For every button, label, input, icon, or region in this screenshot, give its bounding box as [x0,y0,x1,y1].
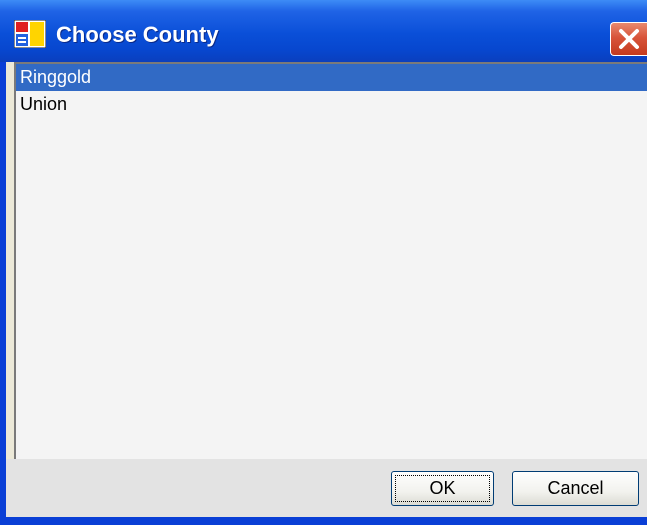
windows-form-icon [13,19,47,49]
dialog-window: Choose County Ringgold Union OK Cancel [0,0,647,525]
button-bar: OK Cancel [6,459,647,517]
close-button[interactable] [610,22,647,56]
list-item-ringgold[interactable]: Ringgold [16,64,647,91]
close-icon [611,23,647,55]
county-listbox[interactable]: Ringgold Union [14,62,647,459]
window-bottom-border [0,517,647,525]
dialog-client-area: Ringgold Union OK Cancel [6,62,647,517]
cancel-button[interactable]: Cancel [512,471,639,506]
focus-rectangle [395,475,490,502]
ok-button[interactable]: OK [391,471,494,506]
title-bar[interactable]: Choose County [0,0,647,62]
list-item-union[interactable]: Union [16,91,647,118]
cancel-button-label: Cancel [547,478,604,498]
window-title: Choose County [56,22,219,47]
